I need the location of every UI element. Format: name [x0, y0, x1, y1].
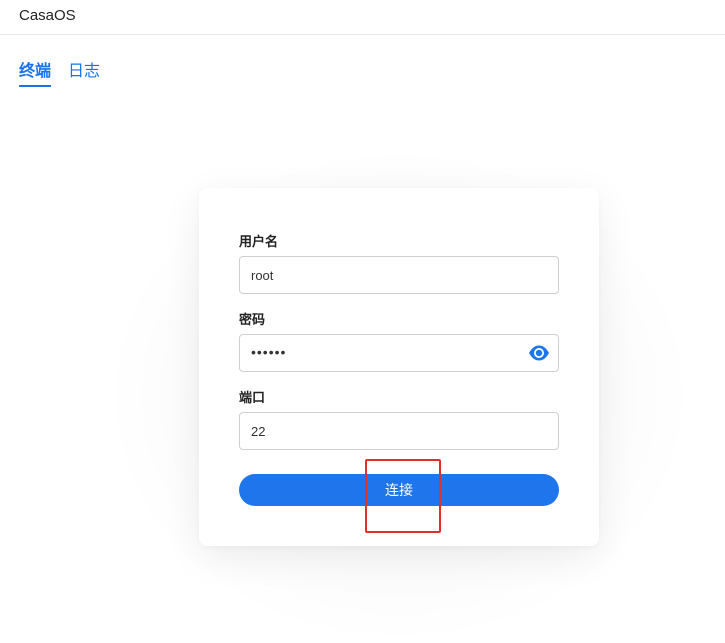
active-tab-indicator [19, 85, 51, 87]
app-title: CasaOS [19, 7, 76, 24]
username-label: 用户名 [239, 234, 279, 249]
tab-terminal[interactable]: 终端 [19, 62, 51, 88]
port-field[interactable]: 22 [239, 412, 559, 450]
eye-icon[interactable] [528, 344, 550, 362]
top-bar: CasaOS [0, 0, 725, 35]
ssh-login-card: 用户名 root 密码 •••••• 端口 22 连接 [199, 188, 599, 546]
password-value: •••••• [251, 344, 287, 360]
username-field[interactable]: root [239, 256, 559, 294]
port-value: 22 [251, 424, 266, 439]
port-label: 端口 [239, 390, 266, 405]
tab-terminal-label: 终端 [19, 63, 52, 80]
username-value: root [251, 268, 274, 283]
tab-logs[interactable]: 日志 [68, 62, 100, 88]
connect-button[interactable]: 连接 [239, 474, 559, 506]
password-field[interactable]: •••••• [239, 334, 559, 372]
password-label: 密码 [239, 312, 266, 327]
tab-logs-label: 日志 [68, 63, 101, 80]
